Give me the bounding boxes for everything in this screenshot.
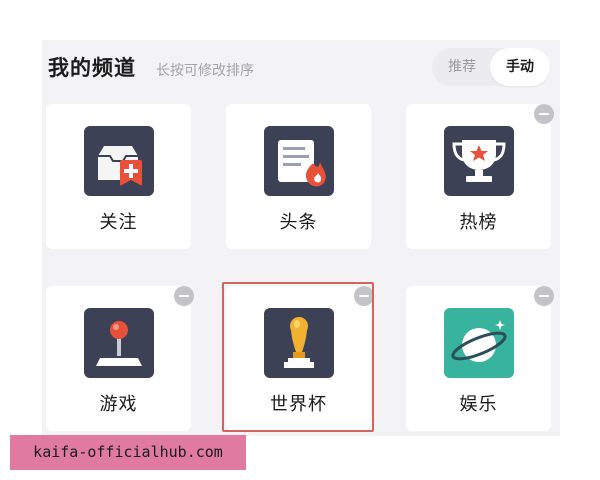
channel-card-hotlist[interactable]: 热榜 <box>406 104 551 249</box>
channel-card-entertainment[interactable]: 娱乐 <box>406 286 551 431</box>
channel-label: 热榜 <box>459 212 498 233</box>
toggle-manual[interactable]: 手动 <box>490 48 550 86</box>
trophy-star-icon <box>444 126 514 196</box>
follow-inbox-icon <box>84 126 154 196</box>
channel-label: 游戏 <box>99 394 138 415</box>
reorder-hint: 长按可修改排序 <box>156 63 254 79</box>
remove-channel-hotlist-button[interactable] <box>534 104 554 124</box>
channel-card-follow[interactable]: 关注 <box>46 104 191 249</box>
headline-flame-icon <box>264 126 334 196</box>
remove-channel-games-button[interactable] <box>174 286 194 306</box>
joystick-icon <box>84 308 154 378</box>
channel-card-headline[interactable]: 头条 <box>226 104 371 249</box>
channel-label: 娱乐 <box>459 394 498 415</box>
page-title: 我的频道 <box>48 56 136 80</box>
selection-highlight-frame <box>222 282 374 432</box>
remove-channel-entertainment-button[interactable] <box>534 286 554 306</box>
channel-label: 头条 <box>279 212 318 233</box>
planet-icon <box>444 308 514 378</box>
watermark-banner: kaifa-officialhub.com <box>10 435 246 470</box>
channel-card-games[interactable]: 游戏 <box>46 286 191 431</box>
channel-label: 关注 <box>99 212 138 233</box>
toggle-recommend[interactable]: 推荐 <box>432 48 492 86</box>
sort-mode-toggle[interactable]: 推荐 手动 <box>432 48 550 86</box>
